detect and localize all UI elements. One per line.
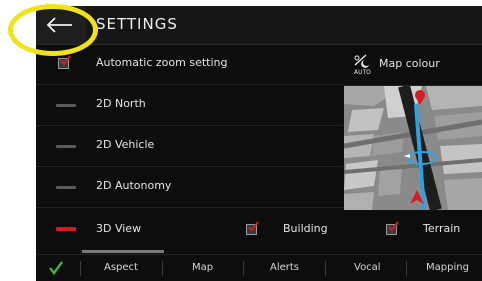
highlight-annotation-ring [8, 4, 98, 56]
tab-mapping[interactable]: Mapping [426, 262, 469, 273]
auto-zoom-checkbox[interactable] [58, 55, 71, 69]
day-night-auto-icon: AUTO [354, 54, 371, 76]
map-colour-label: Map colour [379, 57, 440, 70]
view-option-3d[interactable]: 3D View Building Terrain [36, 210, 482, 248]
tab-vocal[interactable]: Vocal [354, 262, 381, 273]
radio-indicator-selected [56, 227, 76, 231]
radio-indicator [56, 104, 76, 107]
auto-zoom-row[interactable]: Automatic zoom setting [36, 45, 343, 85]
radio-indicator [56, 145, 76, 148]
tab-alerts[interactable]: Alerts [270, 262, 299, 273]
map-preview [344, 86, 482, 210]
view-option-2d-vehicle[interactable]: 2D Vehicle [36, 127, 343, 167]
view-option-2d-autonomy[interactable]: 2D Autonomy [36, 168, 343, 208]
settings-screen: SETTINGS Automatic zoom setting 2D North… [36, 6, 482, 281]
active-tab-indicator [82, 250, 164, 253]
tab-separator [80, 261, 81, 276]
checkmark-icon [388, 221, 399, 232]
view-option-label: 2D Vehicle [96, 138, 155, 151]
header-bar: SETTINGS [36, 6, 482, 45]
checkmark-icon [60, 55, 71, 66]
view-option-2d-north[interactable]: 2D North [36, 86, 343, 126]
auto-label: AUTO [354, 69, 371, 76]
page-title: SETTINGS [96, 15, 178, 33]
building-checkbox[interactable] [246, 221, 259, 235]
terrain-checkbox[interactable] [386, 221, 399, 235]
checkmark-icon [248, 221, 259, 232]
tab-separator [243, 261, 244, 276]
tab-map[interactable]: Map [192, 262, 213, 273]
tab-aspect[interactable]: Aspect [104, 262, 138, 273]
tab-bar: Aspect Map Alerts Vocal Mapping [36, 254, 482, 281]
auto-zoom-label: Automatic zoom setting [96, 56, 228, 69]
tab-separator [162, 261, 163, 276]
tab-separator [406, 261, 407, 276]
building-label: Building [283, 222, 328, 235]
radio-indicator [56, 186, 76, 189]
terrain-label: Terrain [423, 222, 461, 235]
view-option-label: 2D North [96, 97, 146, 110]
map-colour-button[interactable]: AUTO Map colour [344, 45, 482, 86]
confirm-check-icon[interactable] [48, 260, 64, 276]
view-option-label: 2D Autonomy [96, 179, 172, 192]
view-option-label: 3D View [96, 222, 142, 235]
tab-separator [325, 261, 326, 276]
